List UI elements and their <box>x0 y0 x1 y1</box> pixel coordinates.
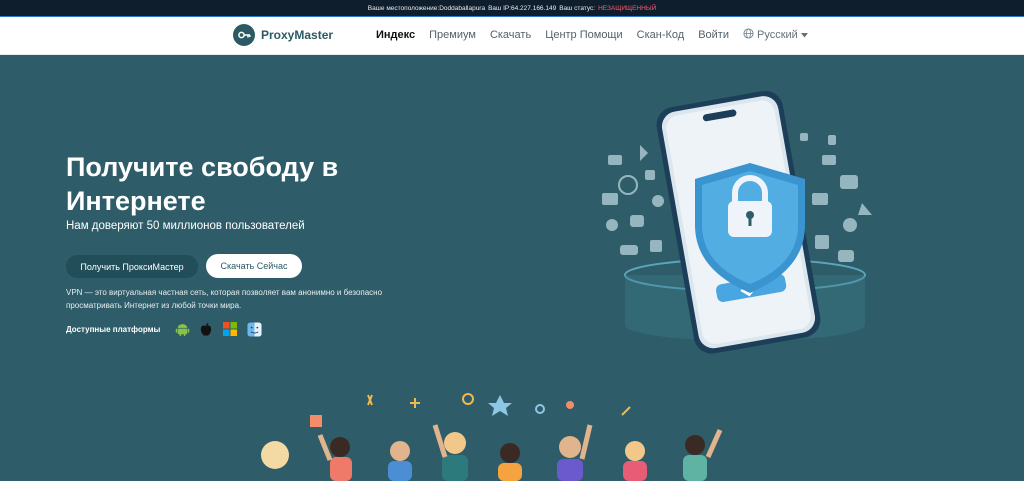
site-header: ProxyMaster Индекс Премиум Скачать Центр… <box>0 17 1024 55</box>
platforms-label: Доступные платформы <box>66 324 161 334</box>
caret-down-icon <box>800 29 808 41</box>
get-proxymaster-button[interactable]: Получить ПроксиМастер <box>66 255 198 278</box>
crowd-illustration <box>250 385 770 481</box>
nav-item-index[interactable]: Индекс <box>376 29 415 41</box>
status-bar: Ваше местоположение: Doddaballapura Ваш I… <box>0 0 1024 16</box>
status-label: Ваш статус: <box>559 4 596 12</box>
nav-item-help-center[interactable]: Центр Помощи <box>545 29 622 41</box>
nav-item-download[interactable]: Скачать <box>490 29 531 41</box>
brand-name: ProxyMaster <box>261 28 334 42</box>
status-value: НЕЗАЩИЩЕННЫЙ <box>598 4 657 12</box>
ip-value: 64.227.166.149 <box>511 4 557 12</box>
brand-logo[interactable]: ProxyMaster <box>233 24 333 46</box>
windows-icon[interactable] <box>222 321 238 337</box>
hero-section: Получите свободу в Интернете Нам доверяю… <box>0 55 1024 481</box>
ip-label: Ваш IP: <box>488 4 512 12</box>
hero-subtitle: Нам доверяют 50 миллионов пользователей <box>66 220 305 232</box>
macos-finder-icon[interactable] <box>246 321 262 337</box>
language-selector[interactable]: Русский <box>743 28 808 42</box>
download-now-button[interactable]: Скачать Сейчас <box>206 254 302 278</box>
location-value: Doddaballapura <box>439 4 486 12</box>
nav-item-scan-code[interactable]: Скан-Код <box>637 29 685 41</box>
hero-description: VPN — это виртуальная частная сеть, кото… <box>66 288 383 310</box>
location-label: Ваше местоположение: <box>367 4 440 12</box>
vpn-phone-illustration <box>600 75 880 390</box>
language-label: Русский <box>757 29 798 41</box>
apple-icon[interactable] <box>198 321 214 337</box>
platforms-row: Доступные платформы <box>66 321 262 337</box>
hero-title: Получите свободу в Интернете <box>66 152 339 216</box>
key-icon <box>233 24 255 46</box>
nav-item-premium[interactable]: Премиум <box>429 29 476 41</box>
nav-item-login[interactable]: Войти <box>698 29 729 41</box>
globe-icon <box>743 28 754 42</box>
android-icon[interactable] <box>174 321 190 337</box>
main-nav: Индекс Премиум Скачать Центр Помощи Скан… <box>376 28 808 42</box>
